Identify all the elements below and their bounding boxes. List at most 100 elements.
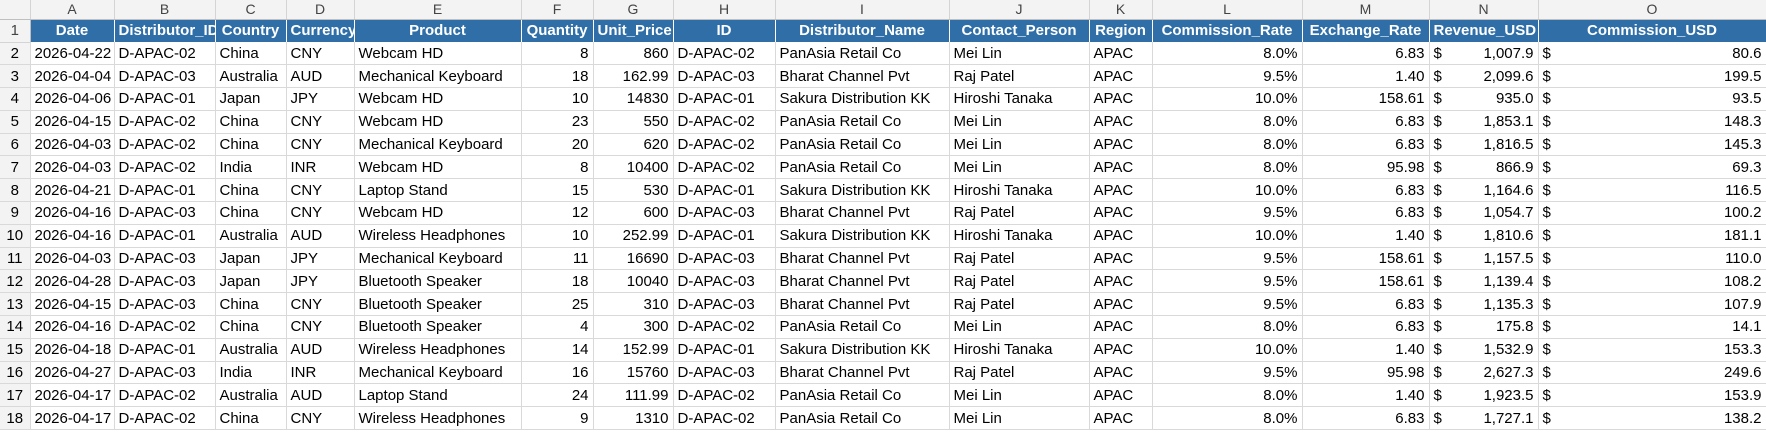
cell-commission-rate[interactable]: 10.0% bbox=[1152, 224, 1303, 248]
cell-product[interactable]: Webcam HD bbox=[354, 201, 522, 225]
cell-commission-usd[interactable]: $100.2 bbox=[1538, 201, 1766, 225]
cell-distributor-name[interactable]: PanAsia Retail Co bbox=[775, 155, 950, 180]
cell-currency[interactable]: CNY bbox=[286, 292, 355, 317]
cell-country[interactable]: China bbox=[215, 406, 287, 431]
cell-unit-price[interactable]: 1310 bbox=[593, 406, 674, 431]
cell-unit-price[interactable]: 10400 bbox=[593, 155, 674, 180]
cell-quantity[interactable]: 23 bbox=[521, 110, 594, 134]
cell-country[interactable]: Australia bbox=[215, 64, 287, 89]
cell-commission-rate[interactable]: 9.5% bbox=[1152, 269, 1303, 294]
cell-exchange-rate[interactable]: 6.83 bbox=[1302, 133, 1430, 157]
cell-revenue-usd[interactable]: $1,532.9 bbox=[1429, 338, 1539, 362]
cell-contact-person[interactable]: Mei Lin bbox=[949, 383, 1090, 408]
cell-commission-rate[interactable]: 10.0% bbox=[1152, 338, 1303, 362]
header-cell-quantity[interactable]: Quantity bbox=[521, 19, 594, 42]
cell-distributor-name[interactable]: PanAsia Retail Co bbox=[775, 42, 950, 66]
cell-revenue-usd[interactable]: $1,853.1 bbox=[1429, 110, 1539, 134]
header-cell-commission-rate[interactable]: Commission_Rate bbox=[1152, 19, 1303, 42]
cell-unit-price[interactable]: 14830 bbox=[593, 87, 674, 111]
row-number[interactable]: 1 bbox=[0, 19, 31, 43]
cell-contact-person[interactable]: Raj Patel bbox=[949, 201, 1090, 225]
header-cell-distributor-name[interactable]: Distributor_Name bbox=[775, 19, 950, 42]
cell-commission-usd[interactable]: $153.3 bbox=[1538, 338, 1766, 362]
cell-commission-usd[interactable]: $148.3 bbox=[1538, 110, 1766, 134]
cell-contact-person[interactable]: Hiroshi Tanaka bbox=[949, 338, 1090, 362]
header-cell-currency[interactable]: Currency bbox=[286, 19, 355, 42]
cell-exchange-rate[interactable]: 1.40 bbox=[1302, 64, 1430, 89]
row-number[interactable]: 14 bbox=[0, 315, 31, 339]
cell-distributor-id[interactable]: D-APAC-03 bbox=[114, 269, 216, 294]
cell-country[interactable]: Australia bbox=[215, 383, 287, 408]
cell-currency[interactable]: JPY bbox=[286, 87, 355, 111]
cell-revenue-usd[interactable]: $175.8 bbox=[1429, 315, 1539, 339]
header-cell-id[interactable]: ID bbox=[673, 19, 776, 42]
cell-product[interactable]: Webcam HD bbox=[354, 87, 522, 111]
cell-date[interactable]: 2026-04-03 bbox=[30, 133, 115, 157]
cell-currency[interactable]: CNY bbox=[286, 406, 355, 431]
column-letter-f[interactable]: F bbox=[521, 0, 594, 20]
cell-currency[interactable]: AUD bbox=[286, 224, 355, 248]
column-letter-c[interactable]: C bbox=[215, 0, 287, 20]
cell-unit-price[interactable]: 252.99 bbox=[593, 224, 674, 248]
cell-country[interactable]: China bbox=[215, 110, 287, 134]
cell-product[interactable]: Mechanical Keyboard bbox=[354, 64, 522, 89]
cell-id[interactable]: D-APAC-01 bbox=[673, 224, 776, 248]
cell-product[interactable]: Wireless Headphones bbox=[354, 224, 522, 248]
cell-quantity[interactable]: 15 bbox=[521, 178, 594, 203]
cell-commission-rate[interactable]: 9.5% bbox=[1152, 361, 1303, 385]
cell-country[interactable]: China bbox=[215, 292, 287, 317]
cell-exchange-rate[interactable]: 1.40 bbox=[1302, 338, 1430, 362]
cell-revenue-usd[interactable]: $1,923.5 bbox=[1429, 383, 1539, 408]
cell-contact-person[interactable]: Hiroshi Tanaka bbox=[949, 224, 1090, 248]
cell-revenue-usd[interactable]: $1,157.5 bbox=[1429, 247, 1539, 271]
cell-country[interactable]: China bbox=[215, 133, 287, 157]
cell-distributor-name[interactable]: Sakura Distribution KK bbox=[775, 338, 950, 362]
cell-region[interactable]: APAC bbox=[1089, 406, 1153, 431]
cell-distributor-id[interactable]: D-APAC-02 bbox=[114, 315, 216, 339]
cell-quantity[interactable]: 4 bbox=[521, 315, 594, 339]
cell-commission-usd[interactable]: $14.1 bbox=[1538, 315, 1766, 339]
cell-quantity[interactable]: 20 bbox=[521, 133, 594, 157]
cell-revenue-usd[interactable]: $2,099.6 bbox=[1429, 64, 1539, 89]
cell-distributor-id[interactable]: D-APAC-01 bbox=[114, 338, 216, 362]
cell-commission-rate[interactable]: 8.0% bbox=[1152, 406, 1303, 431]
cell-product[interactable]: Mechanical Keyboard bbox=[354, 133, 522, 157]
cell-exchange-rate[interactable]: 95.98 bbox=[1302, 361, 1430, 385]
cell-quantity[interactable]: 24 bbox=[521, 383, 594, 408]
cell-region[interactable]: APAC bbox=[1089, 338, 1153, 362]
column-letter-b[interactable]: B bbox=[114, 0, 216, 20]
cell-revenue-usd[interactable]: $935.0 bbox=[1429, 87, 1539, 111]
header-cell-date[interactable]: Date bbox=[30, 19, 115, 42]
cell-date[interactable]: 2026-04-17 bbox=[30, 383, 115, 408]
cell-country[interactable]: China bbox=[215, 178, 287, 203]
cell-product[interactable]: Wireless Headphones bbox=[354, 338, 522, 362]
cell-country[interactable]: Japan bbox=[215, 269, 287, 294]
row-number[interactable]: 17 bbox=[0, 383, 31, 408]
cell-product[interactable]: Mechanical Keyboard bbox=[354, 361, 522, 385]
cell-product[interactable]: Bluetooth Speaker bbox=[354, 269, 522, 294]
cell-date[interactable]: 2026-04-22 bbox=[30, 42, 115, 66]
cell-distributor-name[interactable]: PanAsia Retail Co bbox=[775, 406, 950, 431]
row-number[interactable]: 3 bbox=[0, 64, 31, 89]
cell-revenue-usd[interactable]: $2,627.3 bbox=[1429, 361, 1539, 385]
header-cell-region[interactable]: Region bbox=[1089, 19, 1153, 42]
cell-country[interactable]: Australia bbox=[215, 224, 287, 248]
cell-commission-usd[interactable]: $181.1 bbox=[1538, 224, 1766, 248]
cell-date[interactable]: 2026-04-16 bbox=[30, 224, 115, 248]
cell-distributor-name[interactable]: Bharat Channel Pvt bbox=[775, 361, 950, 385]
cell-distributor-name[interactable]: Sakura Distribution KK bbox=[775, 87, 950, 111]
cell-distributor-id[interactable]: D-APAC-02 bbox=[114, 110, 216, 134]
row-number[interactable]: 18 bbox=[0, 406, 31, 431]
cell-id[interactable]: D-APAC-02 bbox=[673, 383, 776, 408]
cell-contact-person[interactable]: Mei Lin bbox=[949, 315, 1090, 339]
cell-distributor-id[interactable]: D-APAC-02 bbox=[114, 42, 216, 66]
row-number[interactable]: 2 bbox=[0, 42, 31, 66]
cell-revenue-usd[interactable]: $1,054.7 bbox=[1429, 201, 1539, 225]
header-cell-revenue-usd[interactable]: Revenue_USD bbox=[1429, 19, 1539, 42]
cell-distributor-name[interactable]: Bharat Channel Pvt bbox=[775, 269, 950, 294]
cell-contact-person[interactable]: Raj Patel bbox=[949, 269, 1090, 294]
cell-unit-price[interactable]: 620 bbox=[593, 133, 674, 157]
cell-currency[interactable]: JPY bbox=[286, 247, 355, 271]
cell-id[interactable]: D-APAC-03 bbox=[673, 64, 776, 89]
cell-commission-rate[interactable]: 9.5% bbox=[1152, 247, 1303, 271]
